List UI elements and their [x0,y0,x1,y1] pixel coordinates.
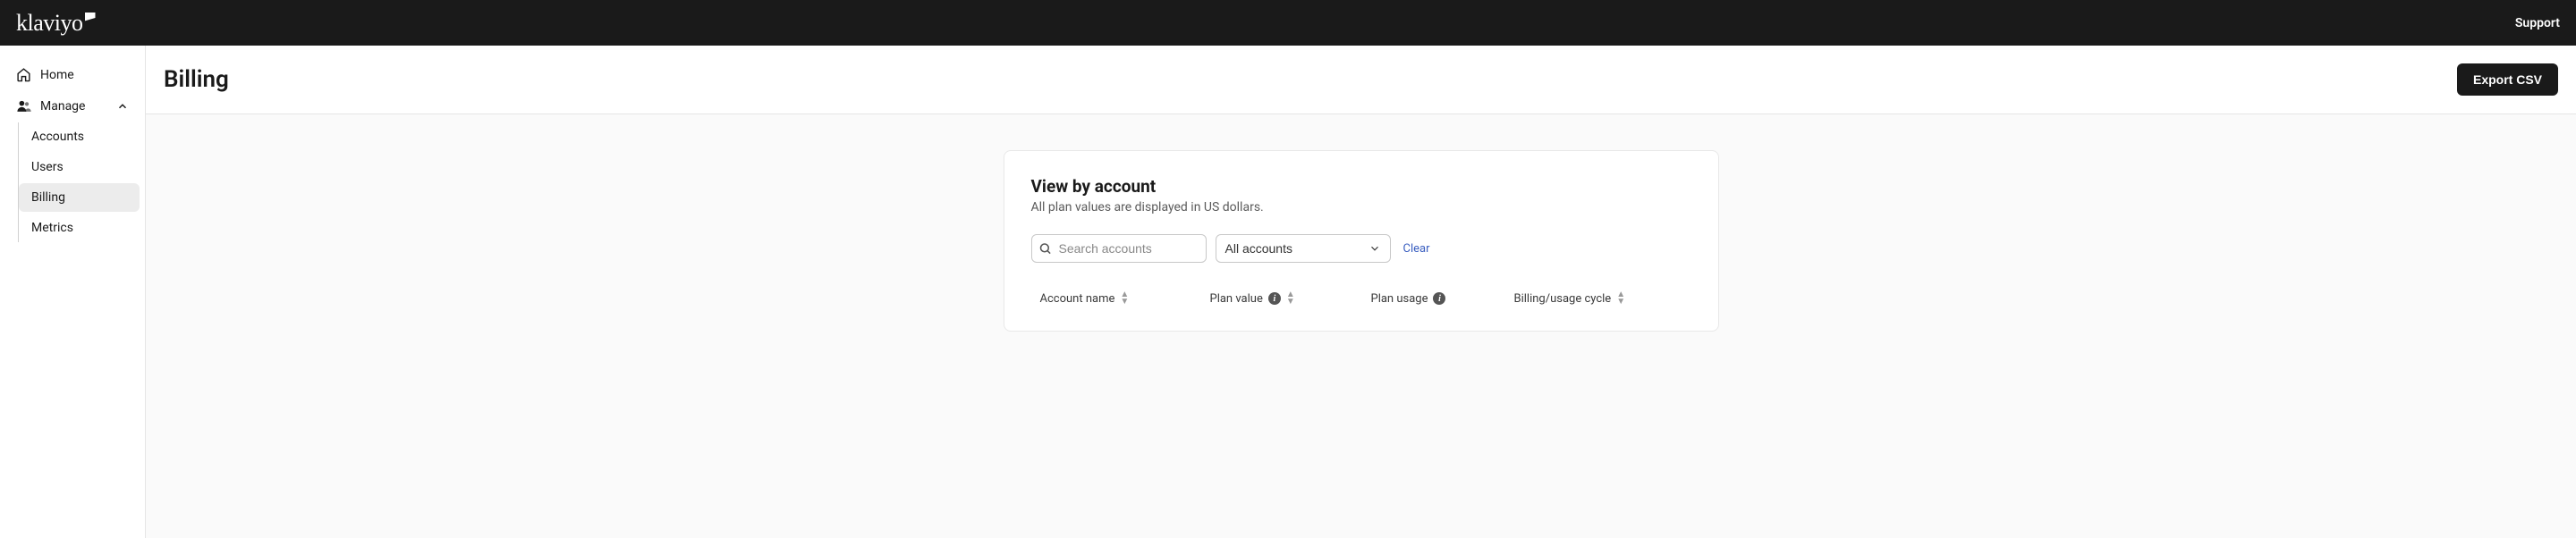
page-body: View by account All plan values are disp… [146,114,2576,538]
card-title: View by account [1031,176,1691,197]
account-filter-selected: All accounts [1225,241,1292,256]
col-plan-usage-label: Plan usage [1371,292,1428,306]
search-accounts-input[interactable] [1031,234,1207,263]
topbar: klaviyo Support [0,0,2576,46]
card-subtext: All plan values are displayed in US doll… [1031,200,1691,214]
content: Billing Export CSV View by account All p… [146,46,2576,538]
col-account-name[interactable]: Account name ▲▼ [1040,291,1210,306]
home-icon [16,67,31,82]
sidebar-manage-label: Manage [40,99,85,113]
sidebar-item-metrics[interactable]: Metrics [19,214,140,242]
support-link[interactable]: Support [2515,16,2560,30]
sidebar-item-home[interactable]: Home [5,60,140,89]
col-billing-cycle[interactable]: Billing/usage cycle ▲▼ [1514,291,1682,306]
chevron-up-icon [116,100,129,113]
sidebar-item-users[interactable]: Users [19,153,140,181]
billing-card: View by account All plan values are disp… [1004,150,1719,332]
col-billing-label: Billing/usage cycle [1514,292,1612,306]
info-icon[interactable]: i [1433,292,1445,305]
page-header: Billing Export CSV [146,46,2576,114]
filters-row: All accounts Clear [1031,234,1691,263]
col-account-label: Account name [1040,292,1115,306]
people-icon [16,98,31,113]
page-title: Billing [164,66,229,93]
sidebar-manage-subgroup: Accounts Users Billing Metrics [18,122,145,242]
sidebar-home-label: Home [40,68,74,82]
col-plan-value[interactable]: Plan value i ▲▼ [1210,291,1371,306]
search-icon [1038,242,1052,256]
brand-flag-icon [85,13,96,21]
clear-filters-link[interactable]: Clear [1403,242,1430,256]
main-layout: Home Manage Accounts Users Billing Metri… [0,46,2576,538]
export-csv-button[interactable]: Export CSV [2457,63,2558,96]
account-filter-button[interactable]: All accounts [1216,234,1391,263]
table-header-row: Account name ▲▼ Plan value i ▲▼ Plan usa… [1031,286,1691,306]
sort-icon: ▲▼ [1120,291,1129,306]
sidebar: Home Manage Accounts Users Billing Metri… [0,46,146,538]
col-plan-usage: Plan usage i [1371,292,1514,306]
account-filter-select[interactable]: All accounts [1216,234,1391,263]
sidebar-item-accounts[interactable]: Accounts [19,122,140,151]
sidebar-item-billing[interactable]: Billing [19,183,140,212]
sort-icon: ▲▼ [1616,291,1625,306]
brand-logo[interactable]: klaviyo [16,10,96,37]
col-plan-value-label: Plan value [1210,292,1263,306]
brand-text: klaviyo [16,10,83,37]
search-wrap [1031,234,1207,263]
chevron-down-icon [1368,242,1381,255]
info-icon[interactable]: i [1268,292,1281,305]
sidebar-item-manage[interactable]: Manage [5,91,140,121]
sort-icon: ▲▼ [1286,291,1295,306]
